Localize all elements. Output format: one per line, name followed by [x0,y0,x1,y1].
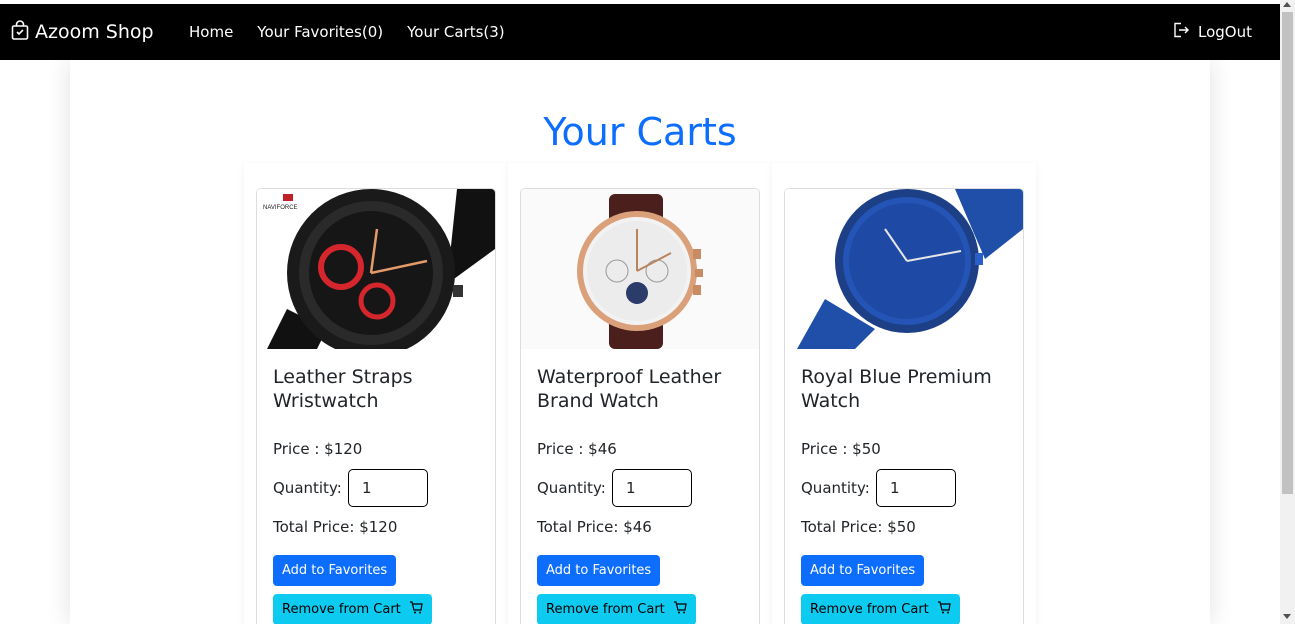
quantity-input[interactable] [876,469,956,507]
cart-icon [409,601,423,618]
remove-from-cart-label: Remove from Cart [546,602,665,617]
nav-links: Home Your Favorites(0) Your Carts(3) [189,4,529,60]
product-name: Leather Straps Wristwatch [273,366,413,412]
scroll-down-arrow-icon[interactable] [1283,614,1291,619]
cart-icon [673,601,687,618]
shopping-bag-icon [11,19,29,45]
remove-from-cart-label: Remove from Cart [282,602,401,617]
product-name: Waterproof Leather Brand Watch [537,366,722,412]
nav-link-home[interactable]: Home [189,23,233,41]
nav-link-carts[interactable]: Your Carts(3) [407,23,505,41]
product-image [521,189,759,349]
remove-from-cart-button[interactable]: Remove from Cart [273,594,432,624]
add-to-favorites-button[interactable]: Add to Favorites [801,555,925,586]
nav-link-favorites[interactable]: Your Favorites(0) [257,23,383,41]
quantity-label: Quantity: [801,479,870,497]
remove-from-cart-button[interactable]: Remove from Cart [537,594,696,624]
product-price: Price : $120 [273,440,363,458]
logout-button[interactable]: LogOut [1173,4,1252,60]
brand-link[interactable]: Azoom Shop [11,4,154,60]
remove-from-cart-button[interactable]: Remove from Cart [801,594,960,624]
page-title: Your Carts [543,110,737,154]
product-column: NAVIFORCE Leather Straps Wristwatch Pric… [244,163,508,624]
quantity-label: Quantity: [273,479,342,497]
total-price: Total Price: $50 [801,518,916,536]
product-card: Royal Blue Premium Watch Price : $50 Qua… [784,188,1024,624]
product-price: Price : $50 [801,440,881,458]
logout-label: LogOut [1198,23,1252,41]
product-image: NAVIFORCE [257,189,495,357]
product-name: Royal Blue Premium Watch [801,366,992,412]
brand-name: Azoom Shop [35,21,154,43]
product-image [785,189,1023,349]
scroll-thumb[interactable] [1282,12,1293,494]
main-container: Your Carts NAVIFORCE Leather Straps Wris… [70,60,1210,624]
add-to-favorites-button[interactable]: Add to Favorites [273,555,397,586]
logout-icon [1173,22,1190,42]
product-card: Waterproof Leather Brand Watch Price : $… [520,188,760,624]
vertical-scrollbar[interactable] [1280,0,1295,624]
navbar: Azoom Shop Home Your Favorites(0) Your C… [0,4,1280,60]
product-column: Royal Blue Premium Watch Price : $50 Qua… [772,163,1036,624]
scroll-up-arrow-icon[interactable] [1283,2,1291,7]
product-column: Waterproof Leather Brand Watch Price : $… [508,163,772,624]
quantity-input[interactable] [348,469,428,507]
cart-icon [937,601,951,618]
product-card: NAVIFORCE Leather Straps Wristwatch Pric… [256,188,496,624]
product-price: Price : $46 [537,440,617,458]
total-price: Total Price: $46 [537,518,652,536]
quantity-label: Quantity: [537,479,606,497]
quantity-input[interactable] [612,469,692,507]
total-price: Total Price: $120 [273,518,398,536]
brand-logo-text: NAVIFORCE [263,205,298,211]
remove-from-cart-label: Remove from Cart [810,602,929,617]
add-to-favorites-button[interactable]: Add to Favorites [537,555,661,586]
